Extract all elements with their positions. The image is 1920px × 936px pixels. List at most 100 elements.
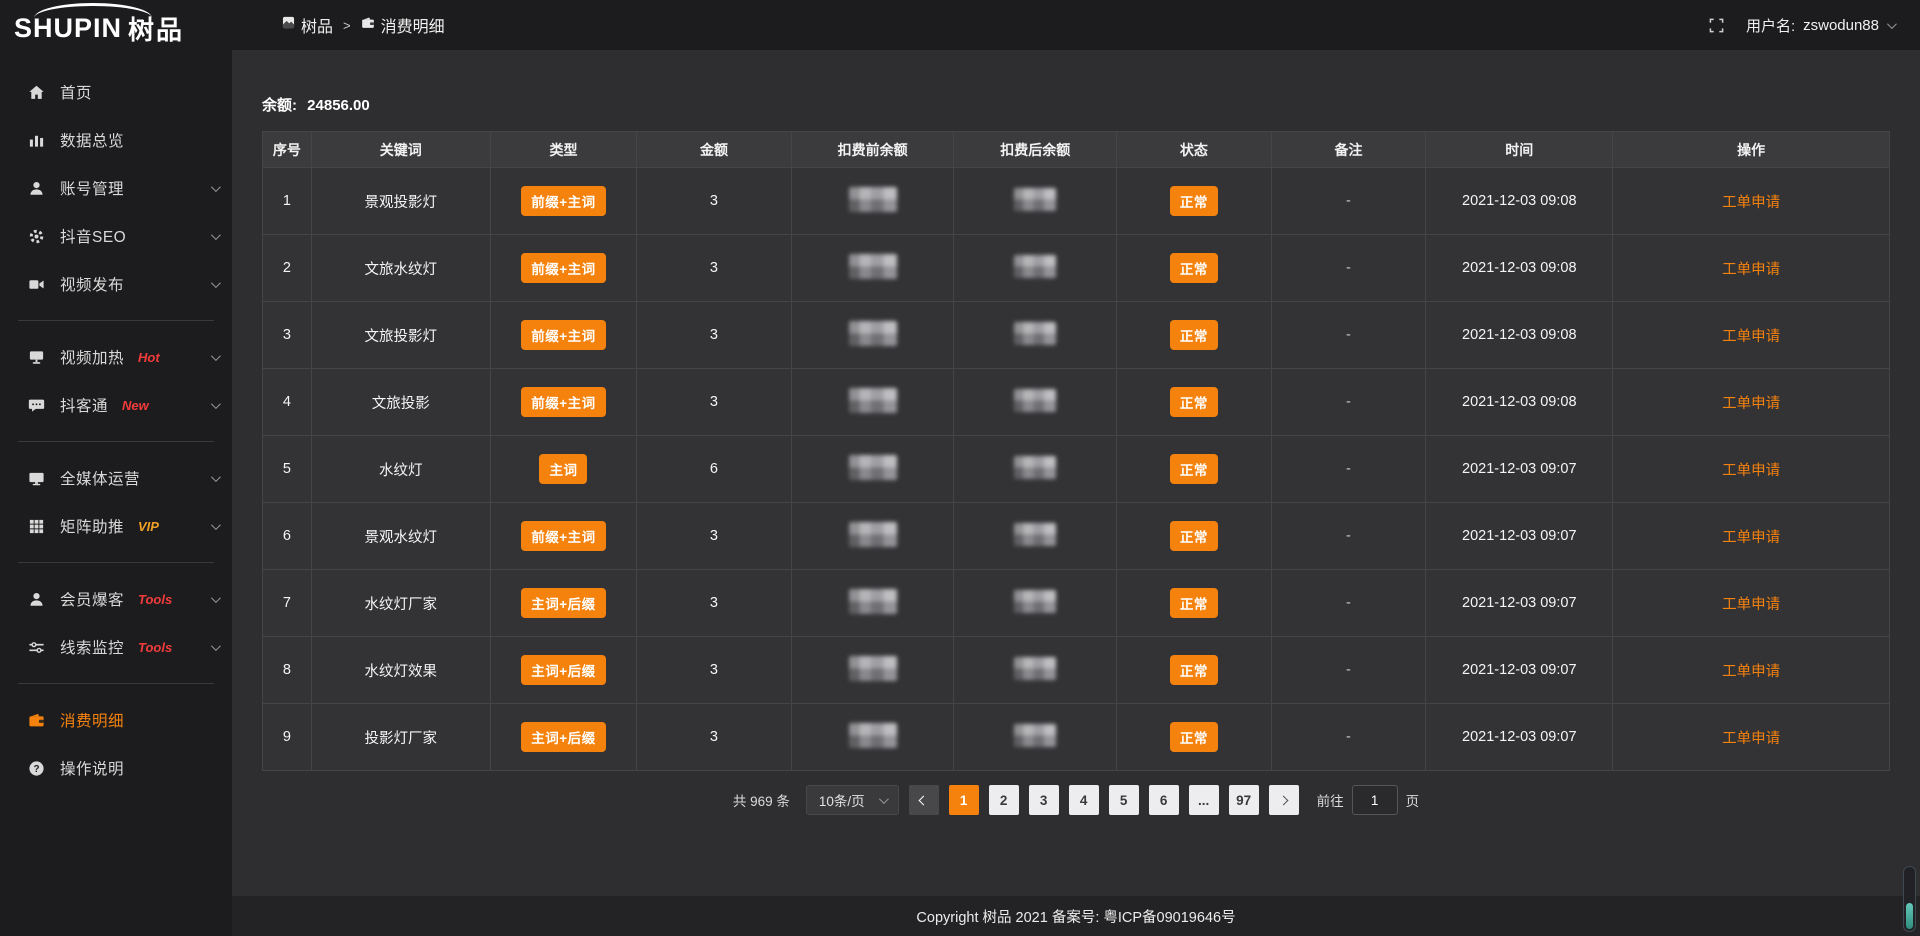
sidebar-item-label: 消费明细 bbox=[60, 709, 124, 731]
logo-arc bbox=[34, 3, 152, 18]
cell-status: 正常 bbox=[1117, 235, 1272, 302]
type-badge: 主词+后缀 bbox=[521, 655, 605, 685]
more-pages-button[interactable]: ... bbox=[1189, 785, 1219, 815]
ticket-apply-link[interactable]: 工单申请 bbox=[1722, 396, 1780, 412]
ticket-apply-link[interactable]: 工单申请 bbox=[1722, 195, 1780, 211]
goto-page-input[interactable] bbox=[1352, 785, 1398, 815]
sidebar-item-label: 矩阵助推 bbox=[60, 515, 124, 537]
user-icon bbox=[28, 180, 45, 197]
breadcrumb-item-current[interactable]: 消费明细 bbox=[361, 13, 445, 37]
username: zswodun88 bbox=[1803, 17, 1879, 34]
tools-badge: Tools bbox=[138, 592, 172, 607]
sidebar-item-account[interactable]: 账号管理 bbox=[0, 164, 232, 212]
type-badge: 前缀+主词 bbox=[521, 521, 605, 551]
cell-status: 正常 bbox=[1117, 436, 1272, 503]
page-button[interactable]: 3 bbox=[1029, 785, 1059, 815]
prev-page-button[interactable] bbox=[909, 785, 939, 815]
app-logo: SHUPIN 树品 bbox=[0, 0, 232, 56]
menu-divider bbox=[18, 320, 214, 321]
ticket-apply-link[interactable]: 工单申请 bbox=[1722, 463, 1780, 479]
page-button[interactable]: 1 bbox=[949, 785, 979, 815]
top-bar: 树品 > 消费明细 用户名: zswodun88 bbox=[232, 0, 1920, 50]
cell-balance-after bbox=[954, 570, 1117, 637]
menu-divider bbox=[18, 683, 214, 684]
video-icon bbox=[28, 276, 45, 293]
chevron-down-icon bbox=[211, 399, 221, 409]
cell-type: 前缀+主词 bbox=[490, 168, 636, 235]
sidebar-item-video-publish[interactable]: 视频发布 bbox=[0, 260, 232, 308]
redacted-value bbox=[849, 589, 897, 614]
table-row: 6 景观水纹灯 前缀+主词 3 正常 - 2021-12-03 09:07 工单… bbox=[263, 503, 1890, 570]
table-row: 2 文旅水纹灯 前缀+主词 3 正常 - 2021-12-03 09:08 工单… bbox=[263, 235, 1890, 302]
sidebar-item-matrix-boost[interactable]: 矩阵助推 VIP bbox=[0, 502, 232, 550]
sidebar-item-douketong[interactable]: 抖客通 New bbox=[0, 381, 232, 429]
page-button[interactable]: 6 bbox=[1149, 785, 1179, 815]
table-row: 8 水纹灯效果 主词+后缀 3 正常 - 2021-12-03 09:07 工单… bbox=[263, 637, 1890, 704]
sidebar-item-video-heat[interactable]: 视频加热 Hot bbox=[0, 333, 232, 381]
page-size-select[interactable]: 10条/页 bbox=[806, 785, 899, 815]
chevron-down-icon bbox=[879, 794, 889, 804]
ticket-apply-link[interactable]: 工单申请 bbox=[1722, 262, 1780, 278]
cell-index: 4 bbox=[263, 369, 312, 436]
wallet-icon bbox=[361, 16, 375, 35]
balance-label: 余额: bbox=[262, 97, 297, 114]
cell-status: 正常 bbox=[1117, 168, 1272, 235]
cell-balance-before bbox=[791, 235, 954, 302]
ticket-apply-link[interactable]: 工单申请 bbox=[1722, 530, 1780, 546]
cell-action: 工单申请 bbox=[1613, 503, 1890, 570]
scrollbar-indicator[interactable] bbox=[1903, 866, 1916, 932]
sidebar-item-consumption-detail[interactable]: 消费明细 bbox=[0, 696, 232, 744]
sidebar-item-instructions[interactable]: ? 操作说明 bbox=[0, 744, 232, 792]
cell-keyword: 景观水纹灯 bbox=[311, 503, 490, 570]
sidebar-item-label: 会员爆客 bbox=[60, 588, 124, 610]
page-button[interactable]: 5 bbox=[1109, 785, 1139, 815]
sidebar-item-home[interactable]: 首页 bbox=[0, 68, 232, 116]
cell-remark: - bbox=[1271, 369, 1426, 436]
page-button[interactable]: 97 bbox=[1229, 785, 1259, 815]
svg-text:?: ? bbox=[33, 763, 39, 774]
redacted-value bbox=[849, 254, 897, 279]
cell-index: 7 bbox=[263, 570, 312, 637]
ticket-apply-link[interactable]: 工单申请 bbox=[1722, 664, 1780, 680]
ticket-apply-link[interactable]: 工单申请 bbox=[1722, 731, 1780, 747]
cell-status: 正常 bbox=[1117, 637, 1272, 704]
cell-index: 5 bbox=[263, 436, 312, 503]
sidebar-item-label: 视频加热 bbox=[60, 346, 124, 368]
sidebar-item-data-overview[interactable]: 数据总览 bbox=[0, 116, 232, 164]
sidebar-item-member-burst[interactable]: 会员爆客 Tools bbox=[0, 575, 232, 623]
ticket-apply-link[interactable]: 工单申请 bbox=[1722, 329, 1780, 345]
cell-keyword: 文旅水纹灯 bbox=[311, 235, 490, 302]
page-button[interactable]: 2 bbox=[989, 785, 1019, 815]
cell-amount: 3 bbox=[637, 503, 792, 570]
sidebar-item-all-media[interactable]: 全媒体运营 bbox=[0, 454, 232, 502]
cell-balance-before bbox=[791, 503, 954, 570]
status-badge: 正常 bbox=[1170, 655, 1218, 685]
cell-amount: 3 bbox=[637, 704, 792, 771]
type-badge: 主词 bbox=[539, 454, 587, 484]
sidebar-item-clue-monitor[interactable]: 线索监控 Tools bbox=[0, 623, 232, 671]
breadcrumb-item-home[interactable]: 树品 bbox=[282, 13, 333, 37]
redacted-value bbox=[1014, 389, 1056, 412]
cell-keyword: 投影灯厂家 bbox=[311, 704, 490, 771]
fullscreen-icon[interactable] bbox=[1709, 18, 1724, 33]
menu-divider bbox=[18, 562, 214, 563]
user-menu[interactable]: 用户名: zswodun88 bbox=[1746, 15, 1894, 36]
redacted-value bbox=[1014, 724, 1056, 747]
breadcrumb-label: 树品 bbox=[301, 13, 333, 37]
cell-balance-after bbox=[954, 168, 1117, 235]
table-body: 1 景观投影灯 前缀+主词 3 正常 - 2021-12-03 09:08 工单… bbox=[263, 168, 1890, 771]
page-button[interactable]: 4 bbox=[1069, 785, 1099, 815]
cell-balance-after bbox=[954, 369, 1117, 436]
cell-time: 2021-12-03 09:08 bbox=[1426, 235, 1613, 302]
grid-icon bbox=[28, 518, 45, 535]
ticket-apply-link[interactable]: 工单申请 bbox=[1722, 597, 1780, 613]
cell-amount: 3 bbox=[637, 570, 792, 637]
sidebar-item-douyin-seo[interactable]: 抖音SEO bbox=[0, 212, 232, 260]
next-page-button[interactable] bbox=[1269, 785, 1299, 815]
table-row: 4 文旅投影 前缀+主词 3 正常 - 2021-12-03 09:08 工单申… bbox=[263, 369, 1890, 436]
type-badge: 前缀+主词 bbox=[521, 253, 605, 283]
page-size-value: 10条/页 bbox=[819, 790, 865, 810]
balance-value: 24856.00 bbox=[307, 97, 370, 114]
cell-balance-before bbox=[791, 570, 954, 637]
app-icon bbox=[282, 16, 295, 34]
